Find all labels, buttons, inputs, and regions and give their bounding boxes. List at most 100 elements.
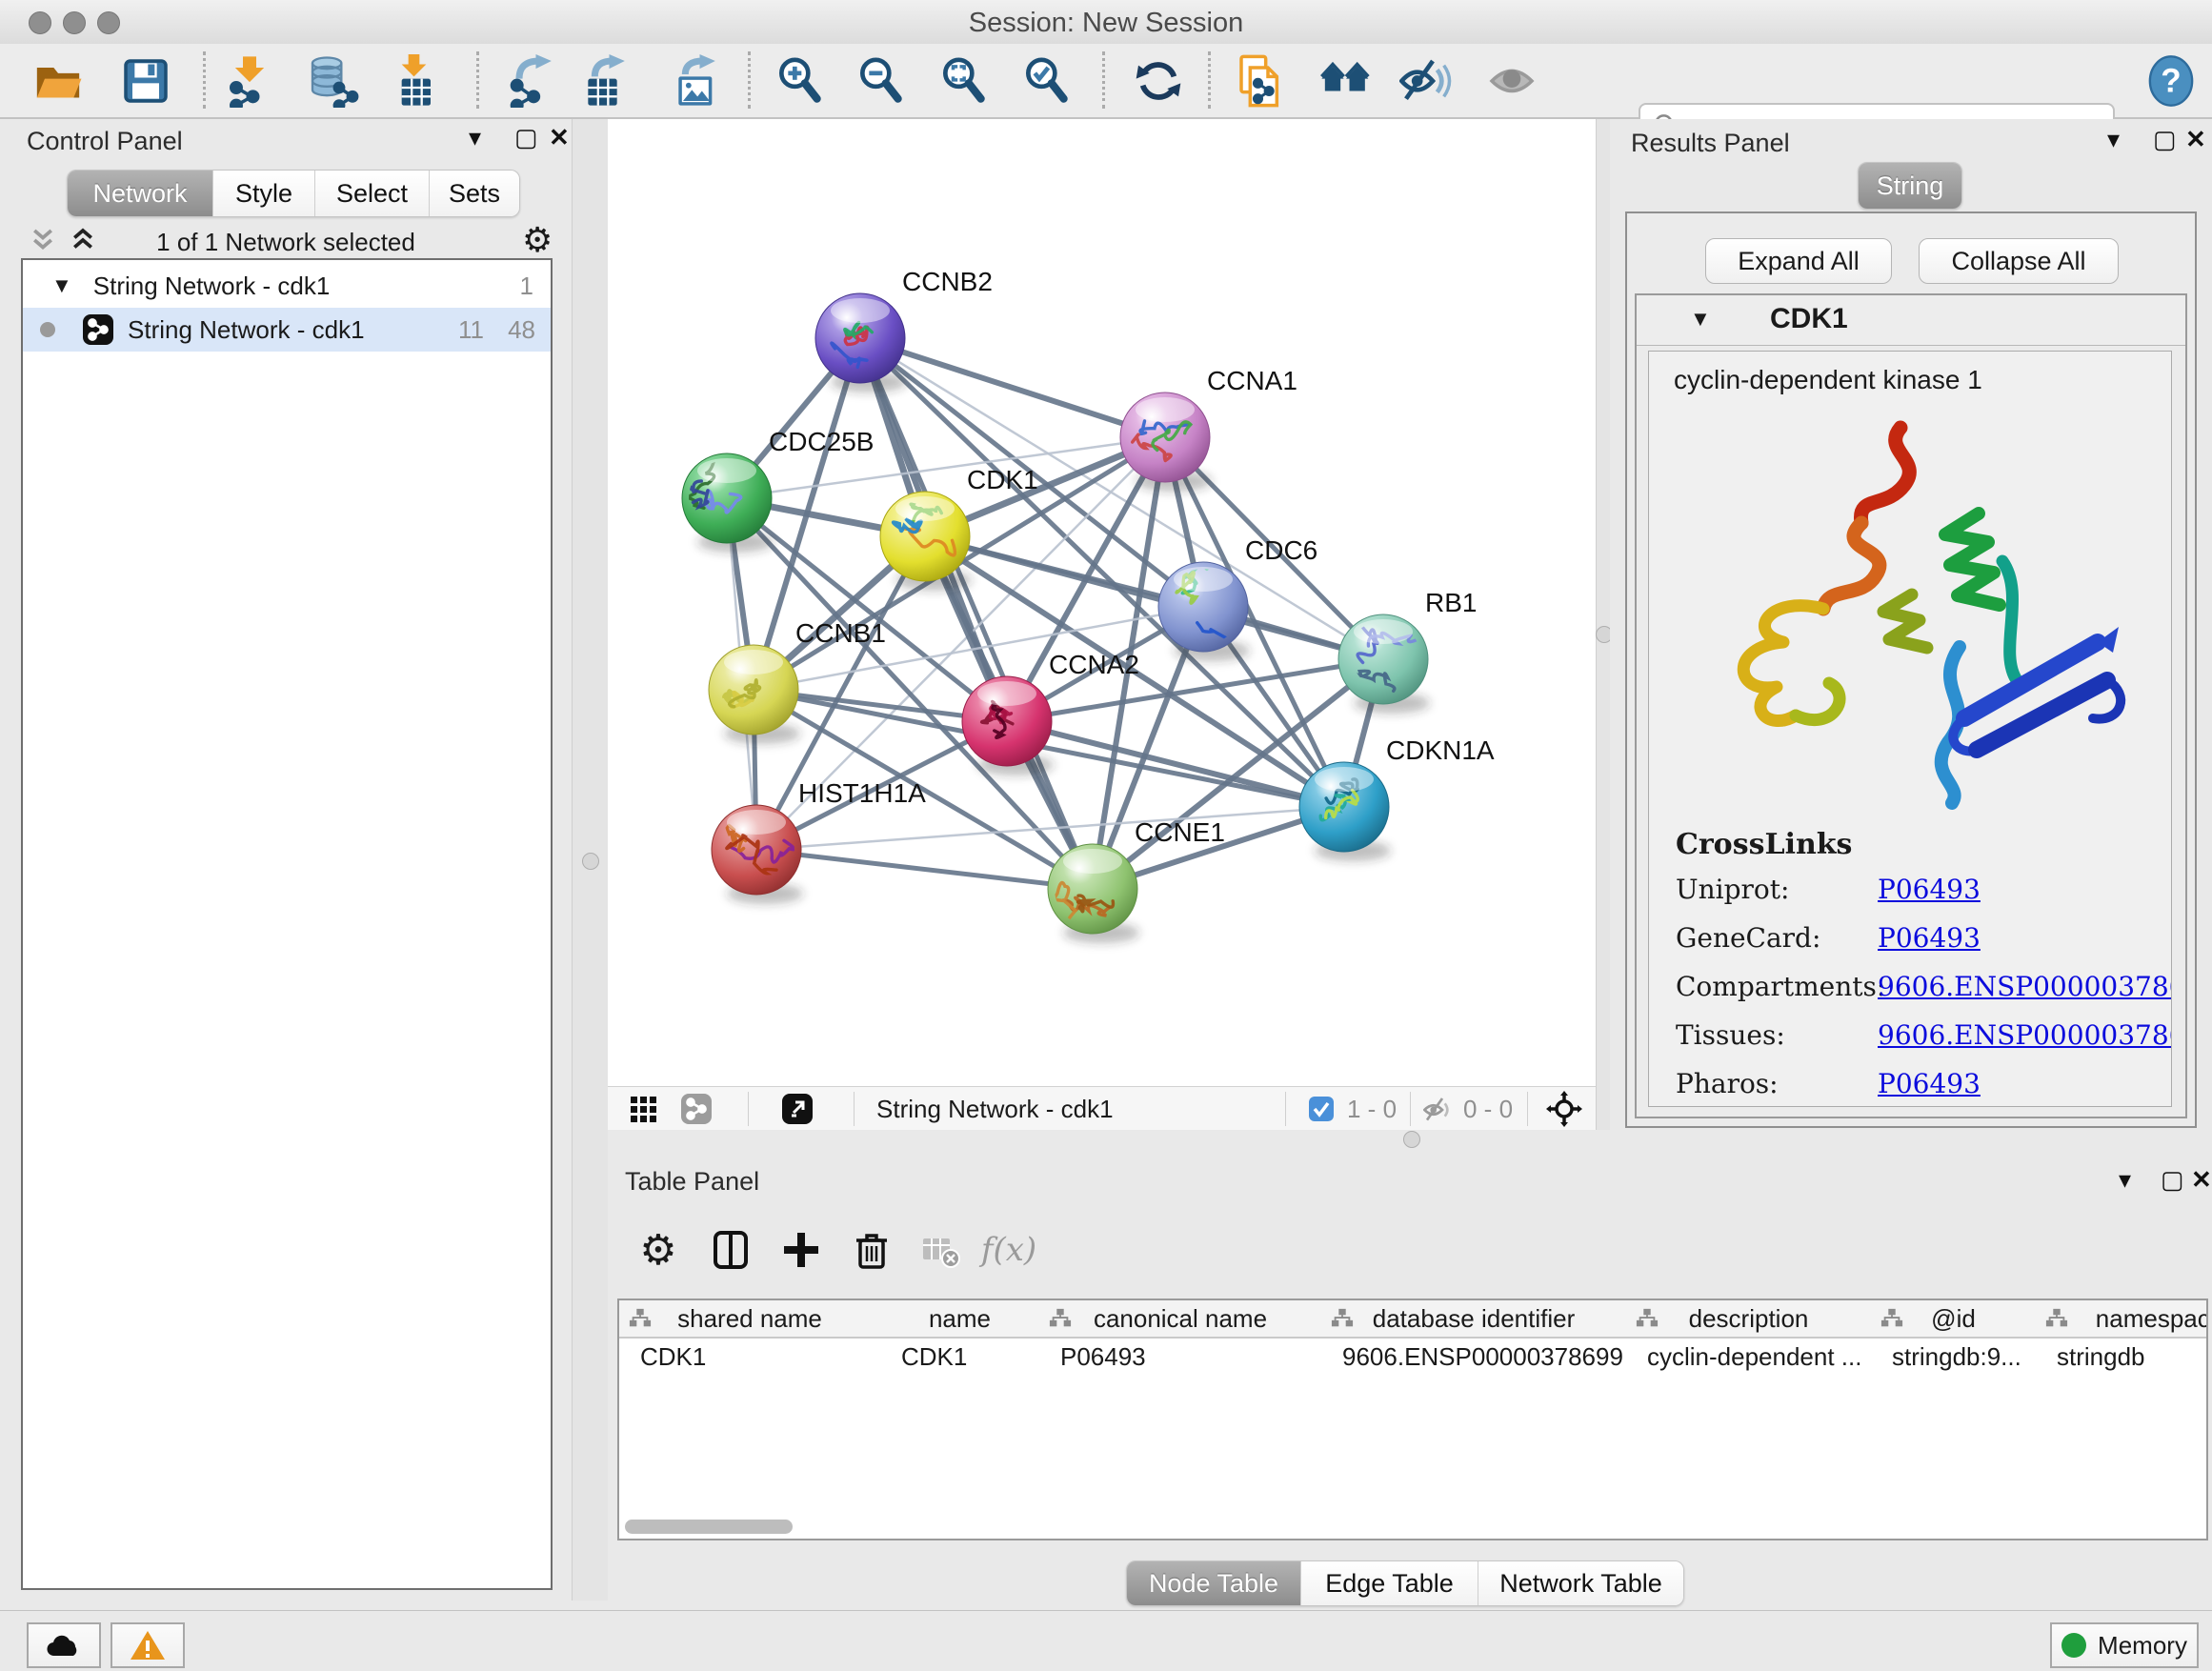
left-splitter-handle[interactable] [582, 853, 599, 870]
column-header-description[interactable]: description [1626, 1300, 1872, 1337]
network-collection-row[interactable]: ▼ String Network - cdk1 1 [23, 264, 551, 308]
table-cell[interactable]: stringdb [2036, 1342, 2208, 1375]
grid-view-icon[interactable] [629, 1095, 659, 1125]
network-share-gray-icon[interactable] [680, 1093, 713, 1125]
clone-network-icon[interactable] [1234, 53, 1289, 109]
network-node-RB1[interactable]: RB1 [1338, 588, 1477, 714]
tab-select[interactable]: Select [315, 171, 430, 216]
network-node-CDC6[interactable]: CDC6 [1158, 535, 1317, 661]
collapse-all-button[interactable]: Collapse All [1919, 238, 2119, 284]
protein-card-header[interactable]: ▼ CDK1 [1637, 295, 2185, 346]
panel-close-icon[interactable]: ✕ [549, 123, 570, 152]
cloud-button[interactable] [27, 1622, 101, 1668]
column-header-database-identifier[interactable]: database identifier [1321, 1300, 1627, 1337]
column-header--id[interactable]: @id [1871, 1300, 2037, 1337]
network-node-CDC25B[interactable]: CDC25B [682, 427, 874, 553]
network-node-CCNB1[interactable]: CCNB1 [709, 618, 886, 744]
tab-network[interactable]: Network [68, 171, 213, 216]
crosslink-value-link[interactable]: P06493 [1878, 1068, 1981, 1099]
tab-node-table[interactable]: Node Table [1127, 1561, 1301, 1605]
tab-style[interactable]: Style [213, 171, 315, 216]
add-column-icon[interactable] [774, 1222, 829, 1278]
export-image-icon[interactable] [669, 53, 724, 109]
panel-float-icon[interactable]: ▢ [514, 123, 538, 152]
show-columns-icon[interactable] [703, 1222, 758, 1278]
network-node-HIST1H1A[interactable]: HIST1H1A [712, 778, 926, 904]
zoom-fit-icon[interactable] [935, 53, 991, 109]
refresh-icon[interactable] [1131, 53, 1186, 109]
network-canvas[interactable]: CCNB2 CCNA1 CDC25B CDK1 CDC6 RB1 CCNB1 [608, 119, 1596, 1086]
import-database-icon[interactable] [305, 53, 360, 109]
table-cell[interactable]: P06493 [1039, 1342, 1321, 1375]
bottom-splitter-handle[interactable] [1403, 1131, 1420, 1148]
crosslink-value-link[interactable]: P06493 [1878, 874, 1981, 905]
network-edge-HIST1H1A-CCNE1[interactable] [756, 850, 1093, 889]
panel-close-icon[interactable]: ✕ [2185, 125, 2206, 154]
network-node-CCNA1[interactable]: CCNA1 [1120, 366, 1297, 492]
table-options-gear-icon[interactable]: ⚙ [631, 1222, 686, 1278]
panel-menu-icon[interactable]: ▾ [2107, 125, 2120, 154]
left-splitter[interactable] [572, 119, 610, 1601]
network-overview-icon[interactable] [1318, 53, 1374, 109]
column-header-canonical-name[interactable]: canonical name [1039, 1300, 1322, 1337]
node-count: 11 [458, 315, 484, 345]
table-cell[interactable]: 9606.ENSP00000378699 [1321, 1342, 1626, 1375]
hide-panel-eye-icon[interactable] [1398, 53, 1454, 109]
memory-button[interactable]: Memory [2050, 1622, 2199, 1668]
panel-float-icon[interactable]: ▢ [2153, 125, 2177, 154]
help-icon[interactable]: ? [2143, 53, 2199, 109]
toolbar-separator [476, 51, 479, 109]
network-node-CDKN1A[interactable]: CDKN1A [1299, 735, 1495, 861]
results-panel-title: Results Panel [1631, 129, 1790, 158]
open-session-icon[interactable] [30, 53, 86, 109]
column-header-shared-name[interactable]: shared name [619, 1300, 881, 1337]
crosslink-value-link[interactable]: 9606.ENSP00000378699 [1878, 971, 2172, 1002]
zoom-selected-icon[interactable] [1018, 53, 1074, 109]
network-node-CCNE1[interactable]: CCNE1 [1048, 817, 1225, 943]
column-header-name[interactable]: name [880, 1300, 1040, 1337]
panel-menu-icon[interactable]: ▾ [2119, 1165, 2131, 1195]
node-label-RB1: RB1 [1425, 588, 1477, 617]
table-cell[interactable]: cyclin-dependent ... [1626, 1342, 1871, 1375]
import-network-icon[interactable] [222, 53, 277, 109]
export-table-icon[interactable] [578, 53, 633, 109]
table-cell[interactable]: CDK1 [880, 1342, 1039, 1375]
expand-all-button[interactable]: Expand All [1705, 238, 1892, 284]
save-session-icon[interactable] [118, 53, 173, 109]
crosslink-value-link[interactable]: 9606.ENSP00000378699 [1878, 1019, 2172, 1051]
column-header-namespace[interactable]: namespace [2036, 1300, 2208, 1337]
crosslink-value-link[interactable]: P06493 [1878, 922, 1981, 954]
export-network-icon[interactable] [505, 53, 560, 109]
network-status-dot [40, 322, 55, 337]
table-horizontal-scrollbar[interactable] [625, 1520, 793, 1534]
protein-structure-image [1674, 411, 2150, 811]
network-edge-CCNB2-CCNA1[interactable] [860, 338, 1165, 437]
network-item-row[interactable]: String Network - cdk1 11 48 [23, 308, 551, 352]
table-cell[interactable]: CDK1 [619, 1342, 880, 1375]
memory-label: Memory [2098, 1631, 2187, 1661]
tab-edge-table[interactable]: Edge Table [1301, 1561, 1478, 1605]
edge-count: 48 [508, 315, 535, 345]
delete-column-icon[interactable] [844, 1222, 899, 1278]
detach-view-icon[interactable] [781, 1093, 814, 1125]
string-network-graph[interactable]: CCNB2 CCNA1 CDC25B CDK1 CDC6 RB1 CCNB1 [608, 119, 1596, 1086]
panel-close-icon[interactable]: ✕ [2191, 1165, 2212, 1195]
cloud-icon [45, 1631, 83, 1660]
import-table-icon[interactable] [390, 53, 445, 109]
collapse-section-icon[interactable]: ▼ [1690, 307, 1711, 332]
tab-sets[interactable]: Sets [430, 171, 519, 216]
selected-checkbox-icon[interactable] [1308, 1096, 1335, 1122]
birdseye-icon[interactable] [1546, 1091, 1582, 1127]
network-options-gear-icon[interactable]: ⚙ [522, 220, 553, 260]
collection-expand-icon[interactable]: ▼ [51, 273, 72, 298]
zoom-in-icon[interactable] [772, 53, 827, 109]
warning-button[interactable] [111, 1622, 185, 1668]
tab-network-table[interactable]: Network Table [1478, 1561, 1683, 1605]
panel-float-icon[interactable]: ▢ [2161, 1165, 2184, 1195]
table-cell[interactable]: stringdb:9... [1871, 1342, 2036, 1375]
show-eye-icon[interactable] [1484, 53, 1539, 109]
tab-string[interactable]: String [1859, 163, 1961, 209]
zoom-out-icon[interactable] [853, 53, 908, 109]
panel-menu-icon[interactable]: ▾ [469, 123, 481, 152]
node-label-HIST1H1A: HIST1H1A [798, 778, 926, 808]
